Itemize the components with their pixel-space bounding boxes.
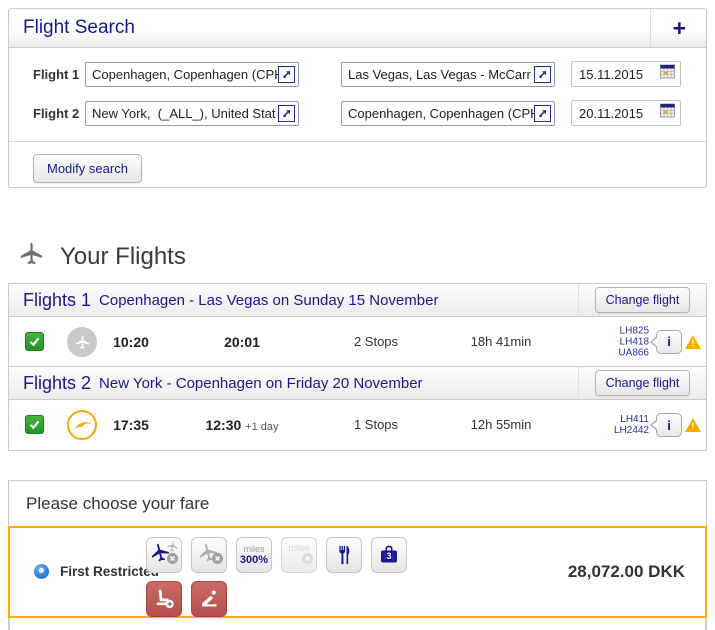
segment-2-title: Flights 2 <box>23 373 91 394</box>
warning-exclamation: ! <box>690 421 696 431</box>
warning-exclamation: ! <box>690 338 696 348</box>
flight-2-departure-time: 17:35 <box>87 400 175 450</box>
fare-selection-title: Please choose your fare <box>26 494 209 514</box>
flight-2-duration: 12h 55min <box>446 400 556 450</box>
flight-number: LH418 <box>620 336 649 347</box>
fare-selection-header: Please choose your fare <box>9 481 706 526</box>
airport-picker-icon[interactable] <box>534 105 551 122</box>
flight-2-date-field[interactable] <box>571 100 681 126</box>
fare-tiles-row-2 <box>146 581 407 617</box>
fare-selection-panel: Please choose your fare First Restricted… <box>8 480 707 630</box>
flight-1-departure-time: 10:20 <box>87 317 175 367</box>
calendar-icon[interactable] <box>660 103 675 123</box>
segment-2-route: New York - Copenhagen on Friday 20 Novem… <box>99 375 423 392</box>
flight-1-warning-icon: ! <box>685 335 701 349</box>
flight-2-from-field[interactable] <box>85 101 299 126</box>
flight-1-arrival-time: 20:01 <box>187 317 297 367</box>
flight-1-from-input[interactable] <box>92 67 278 82</box>
flight-1-date-input[interactable] <box>579 67 651 82</box>
flight-2-arrival-time: 12:30 +1 day <box>187 400 297 450</box>
flights-table: Flights 1 Copenhagen - Las Vegas on Sund… <box>8 283 707 451</box>
flight-1-row: Flight 1 <box>33 61 706 87</box>
plus-one-day-label: +1 day <box>245 421 278 433</box>
expand-cell: + <box>650 9 692 47</box>
fare-option-first-restricted[interactable]: First Restricted miles300% miles <box>8 526 707 618</box>
fare-price: 28,072.00 DKK <box>568 562 685 582</box>
miles-value: 300% <box>240 555 268 566</box>
segment-1-route: Copenhagen - Las Vegas on Sunday 15 Nove… <box>99 292 438 309</box>
flight-1-duration: 18h 41min <box>446 317 556 367</box>
flight-1-result-row: 10:20 20:01 2 Stops 18h 41min LH825 LH41… <box>9 317 706 367</box>
segment-2-button-cell: Change flight <box>578 367 706 399</box>
airport-picker-icon[interactable] <box>278 66 295 83</box>
flight-2-warning-icon: ! <box>685 418 701 432</box>
change-flight-1-button[interactable]: Change flight <box>595 287 691 313</box>
your-flights-heading: Your Flights <box>18 241 186 273</box>
airport-picker-icon[interactable] <box>534 66 551 83</box>
flight-2-flight-numbers: LH411 LH2442 <box>614 414 649 436</box>
flight-1-to-input[interactable] <box>348 67 534 82</box>
your-flights-title: Your Flights <box>60 243 186 271</box>
flight-2-to-input[interactable] <box>348 106 534 121</box>
segment-1-title: Flights 1 <box>23 290 91 311</box>
fare-radio-button[interactable] <box>34 564 49 579</box>
segment-1-header: Flights 1 Copenhagen - Las Vegas on Sund… <box>9 284 706 317</box>
recline-seat-fee-icon <box>191 581 227 617</box>
flight-search-header: Flight Search + <box>9 9 706 48</box>
flight-number: LH2442 <box>614 425 649 436</box>
segment-2-header: Flights 2 New York - Copenhagen on Frida… <box>9 367 706 400</box>
modify-search-button[interactable]: Modify search <box>33 154 142 183</box>
expand-plus-icon[interactable]: + <box>673 17 686 40</box>
baggage-count: 3 <box>372 551 406 561</box>
flight-number: LH411 <box>620 414 649 425</box>
fare-tiles-row-1: miles300% miles 3 <box>146 537 407 573</box>
flight-1-arrival-value: 20:01 <box>224 334 260 350</box>
baggage-icon: 3 <box>371 537 407 573</box>
flight-number: LH825 <box>620 325 649 336</box>
flight-2-label: Flight 2 <box>33 106 85 121</box>
search-divider <box>9 141 706 142</box>
flight-2-info-button[interactable]: i <box>656 413 682 437</box>
fare-name-label: First Restricted <box>60 564 159 579</box>
circle-x-icon <box>167 551 178 569</box>
plane-rebook-icon <box>146 537 182 573</box>
flight-2-date-input[interactable] <box>579 106 651 121</box>
change-flight-2-button[interactable]: Change flight <box>595 370 691 396</box>
flight-number: UA866 <box>618 347 649 358</box>
circle-x-icon <box>302 551 313 569</box>
flight-1-date-field[interactable] <box>571 61 681 87</box>
flight-2-selected-checkbox[interactable] <box>25 415 44 434</box>
flight-2-to-field[interactable] <box>341 101 555 126</box>
flight-2-stops: 1 Stops <box>321 400 431 450</box>
miles-300-icon: miles300% <box>236 537 272 573</box>
flight-1-flight-numbers: LH825 LH418 UA866 <box>618 325 649 358</box>
flight-1-stops: 2 Stops <box>321 317 431 367</box>
miles-disabled-icon: miles <box>281 537 317 573</box>
flight-1-info-button[interactable]: i <box>656 330 682 354</box>
flight-2-from-input[interactable] <box>92 106 278 121</box>
meal-icon <box>326 537 362 573</box>
fare-benefit-tiles: miles300% miles 3 <box>146 537 407 625</box>
flight-1-from-field[interactable] <box>85 62 299 87</box>
flight-1-selected-checkbox[interactable] <box>25 332 44 351</box>
seat-reservation-fee-icon <box>146 581 182 617</box>
flight-2-row: Flight 2 <box>33 100 706 126</box>
flight-2-arrival-value: 12:30 <box>205 417 241 433</box>
airport-picker-icon[interactable] <box>278 105 295 122</box>
flight-1-to-field[interactable] <box>341 62 555 87</box>
calendar-icon[interactable] <box>660 64 675 84</box>
flight-1-label: Flight 1 <box>33 67 85 82</box>
flight-search-panel: Flight Search + Flight 1 Flight 2 <box>8 8 707 188</box>
flight-2-result-row: 17:35 12:30 +1 day 1 Stops 12h 55min LH4… <box>9 400 706 450</box>
plane-cancel-icon <box>191 537 227 573</box>
airplane-icon <box>18 241 45 273</box>
segment-1-button-cell: Change flight <box>578 284 706 316</box>
flight-search-title: Flight Search <box>23 17 135 39</box>
circle-x-icon <box>212 551 223 569</box>
